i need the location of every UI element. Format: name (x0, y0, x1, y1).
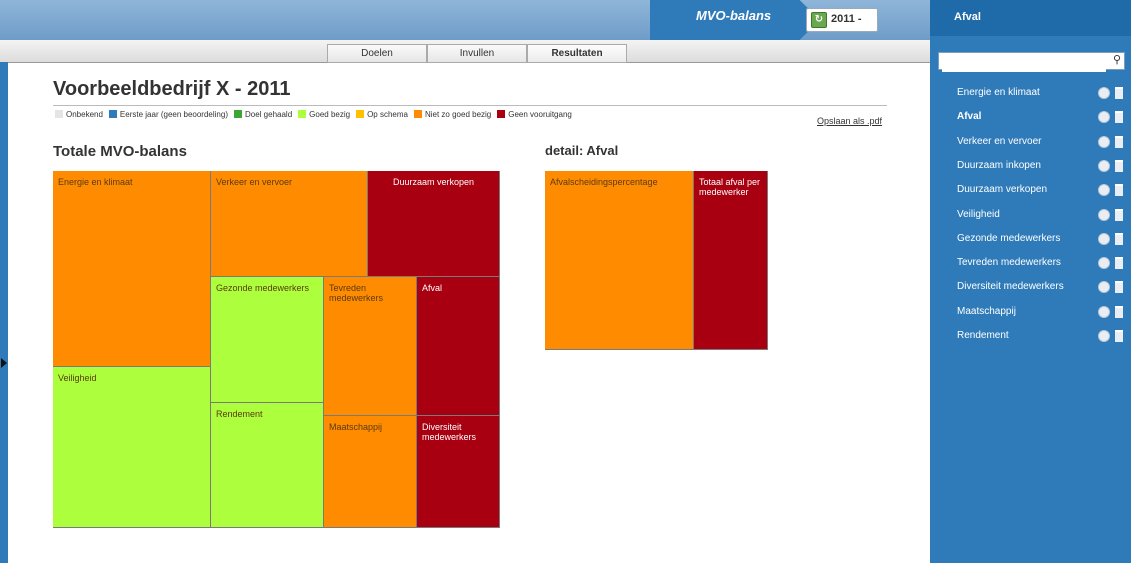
gear-icon[interactable] (1098, 87, 1110, 99)
detail-cell-afvalscheidingspercentage[interactable]: Afvalscheidingspercentage (545, 171, 694, 350)
legend-swatch (234, 110, 242, 118)
left-panel-strip[interactable] (0, 62, 8, 563)
legend-label: Onbekend (66, 110, 103, 119)
legend-item: Op schema (356, 110, 408, 119)
sidebar-item-label: Energie en klimaat (957, 87, 1040, 98)
sidebar-item-label: Diversiteit medewerkers (957, 281, 1064, 293)
gear-icon[interactable] (1098, 257, 1110, 270)
legend-item: Onbekend (55, 110, 103, 119)
trash-icon[interactable] (1115, 208, 1123, 221)
treemap-cell-diversiteit-medewerkers[interactable]: Diversiteit medewerkers (417, 416, 500, 528)
treemap-cell-tevreden-medewerkers[interactable]: Tevreden medewerkers (324, 277, 417, 416)
year-icon: ↻ (811, 12, 827, 28)
gear-icon[interactable] (1098, 111, 1110, 124)
sidebar-item-gezonde-medewerkers[interactable]: Gezonde medewerkers (930, 230, 1131, 248)
gear-icon[interactable] (1098, 232, 1110, 245)
search-input[interactable] (942, 55, 1106, 72)
legend-label: Eerste jaar (geen beoordeling) (119, 110, 228, 119)
trash-icon[interactable] (1115, 87, 1123, 99)
legend-item: Eerste jaar (geen beoordeling) (108, 110, 228, 119)
sidebar-item-verkeer-en-vervoer[interactable]: Verkeer en vervoer (930, 133, 1131, 151)
legend-swatch (413, 110, 422, 118)
sidebar-item-afval[interactable]: Afval (930, 108, 1131, 126)
legend-label: Geen vooruitgang (508, 110, 572, 119)
sidebar-item-label: Maatschappij (957, 305, 1016, 317)
treemap-cell-rendement[interactable]: Rendement (211, 403, 324, 528)
save-pdf-link[interactable]: Opslaan als .pdf (817, 116, 882, 126)
trash-icon[interactable] (1115, 135, 1123, 148)
sidebar-item-label: Afval (957, 111, 982, 123)
expand-arrow-icon[interactable] (1, 358, 7, 368)
sidebar: Afval ⚲ Energie en klimaat Afval Verkeer e… (930, 0, 1131, 563)
sidebar-item-diversiteit-medewerkers[interactable]: Diversiteit medewerkers (930, 278, 1131, 296)
sidebar-item-duurzaam-verkopen[interactable]: Duurzaam verkopen (930, 181, 1131, 199)
trash-icon[interactable] (1115, 330, 1123, 342)
gear-icon[interactable] (1098, 184, 1110, 197)
status-legend: Onbekend Eerste jaar (geen beoordeling) Do… (55, 110, 578, 119)
total-balance-title: Totale MVO-balans (53, 143, 187, 160)
legend-item: Goed bezig (298, 110, 350, 119)
sidebar-item-label: Veiligheid (957, 208, 1000, 220)
gear-icon[interactable] (1098, 159, 1110, 172)
trash-icon[interactable] (1115, 184, 1123, 197)
sidebar-item-label: Rendement (957, 330, 1009, 341)
tab-doelen[interactable]: Doelen (327, 44, 427, 63)
tab-invullen[interactable]: Invullen (427, 44, 527, 63)
treemap-cell-afval[interactable]: Afval (417, 277, 500, 416)
gear-icon[interactable] (1098, 208, 1110, 221)
legend-label: Doel gehaald (245, 110, 293, 119)
legend-label: Niet zo goed bezig (424, 110, 492, 119)
sidebar-title: Afval (954, 11, 981, 23)
page-title: Voorbeeldbedrijf X - 2011 (53, 78, 291, 100)
trash-icon[interactable] (1115, 257, 1123, 270)
treemap-cell-maatschappij[interactable]: Maatschappij (324, 416, 417, 528)
legend-item: Niet zo goed bezig (413, 110, 492, 119)
legend-swatch (55, 110, 63, 118)
treemap-cell-gezonde-medewerkers[interactable]: Gezonde medewerkers (211, 277, 324, 403)
year-label: 2011 - (831, 13, 862, 25)
trash-icon[interactable] (1115, 232, 1123, 245)
sidebar-item-label: Duurzaam verkopen (957, 184, 1048, 196)
gear-icon[interactable] (1098, 281, 1110, 294)
treemap-cell-duurzaam-verkopen[interactable]: Duurzaam verkopen (368, 171, 500, 277)
year-selector[interactable]: ↻ 2011 - (806, 8, 878, 32)
sidebar-item-label: Tevreden medewerkers (957, 257, 1061, 269)
legend-swatch (108, 110, 117, 118)
tab-resultaten[interactable]: Resultaten (527, 44, 627, 63)
sidebar-item-maatschappij[interactable]: Maatschappij (930, 303, 1131, 321)
trash-icon[interactable] (1115, 111, 1123, 124)
legend-swatch (298, 110, 307, 118)
trash-icon[interactable] (1115, 281, 1123, 294)
sidebar-item-veiligheid[interactable]: Veiligheid (930, 206, 1131, 224)
trash-icon[interactable] (1115, 305, 1123, 318)
sidebar-item-label: Gezonde medewerkers (957, 232, 1061, 244)
legend-item: Doel gehaald (234, 110, 292, 119)
sidebar-item-duurzaam-inkopen[interactable]: Duurzaam inkopen (930, 157, 1131, 175)
sidebar-item-rendement[interactable]: Rendement (930, 327, 1131, 345)
legend-swatch (356, 110, 365, 118)
sidebar-header: Afval (930, 0, 1131, 36)
detail-cell-totaal-afval-per-medewerker[interactable]: Totaal afval per medewerker (694, 171, 768, 350)
breadcrumb-mvo-label: MVO-balans (696, 8, 772, 23)
legend-label: Goed bezig (309, 110, 351, 119)
detail-title: detail: Afval (545, 143, 619, 158)
treemap-cell-verkeer-en-vervoer[interactable]: Verkeer en vervoer (211, 171, 368, 277)
legend-label: Op schema (367, 110, 408, 119)
legend-item: Geen vooruitgang (497, 110, 572, 119)
gear-icon[interactable] (1098, 305, 1110, 318)
search-icon[interactable]: ⚲ (1113, 53, 1121, 66)
treemap-cell-veiligheid[interactable]: Veiligheid (53, 367, 211, 528)
gear-icon[interactable] (1098, 330, 1110, 342)
sidebar-search: ⚲ (938, 52, 1125, 72)
sidebar-item-energie-en-klimaat[interactable]: Energie en klimaat (930, 84, 1131, 102)
treemap-cell-energie-en-klimaat[interactable]: Energie en klimaat (53, 171, 211, 367)
sidebar-item-label: Verkeer en vervoer (957, 135, 1042, 147)
title-divider (53, 105, 887, 106)
sidebar-item-label: Duurzaam inkopen (957, 159, 1041, 171)
sidebar-item-tevreden-medewerkers[interactable]: Tevreden medewerkers (930, 254, 1131, 272)
legend-swatch (497, 110, 506, 118)
gear-icon[interactable] (1098, 135, 1110, 148)
trash-icon[interactable] (1115, 159, 1123, 172)
breadcrumb-mvo-balans[interactable]: MVO-balans (650, 0, 820, 40)
